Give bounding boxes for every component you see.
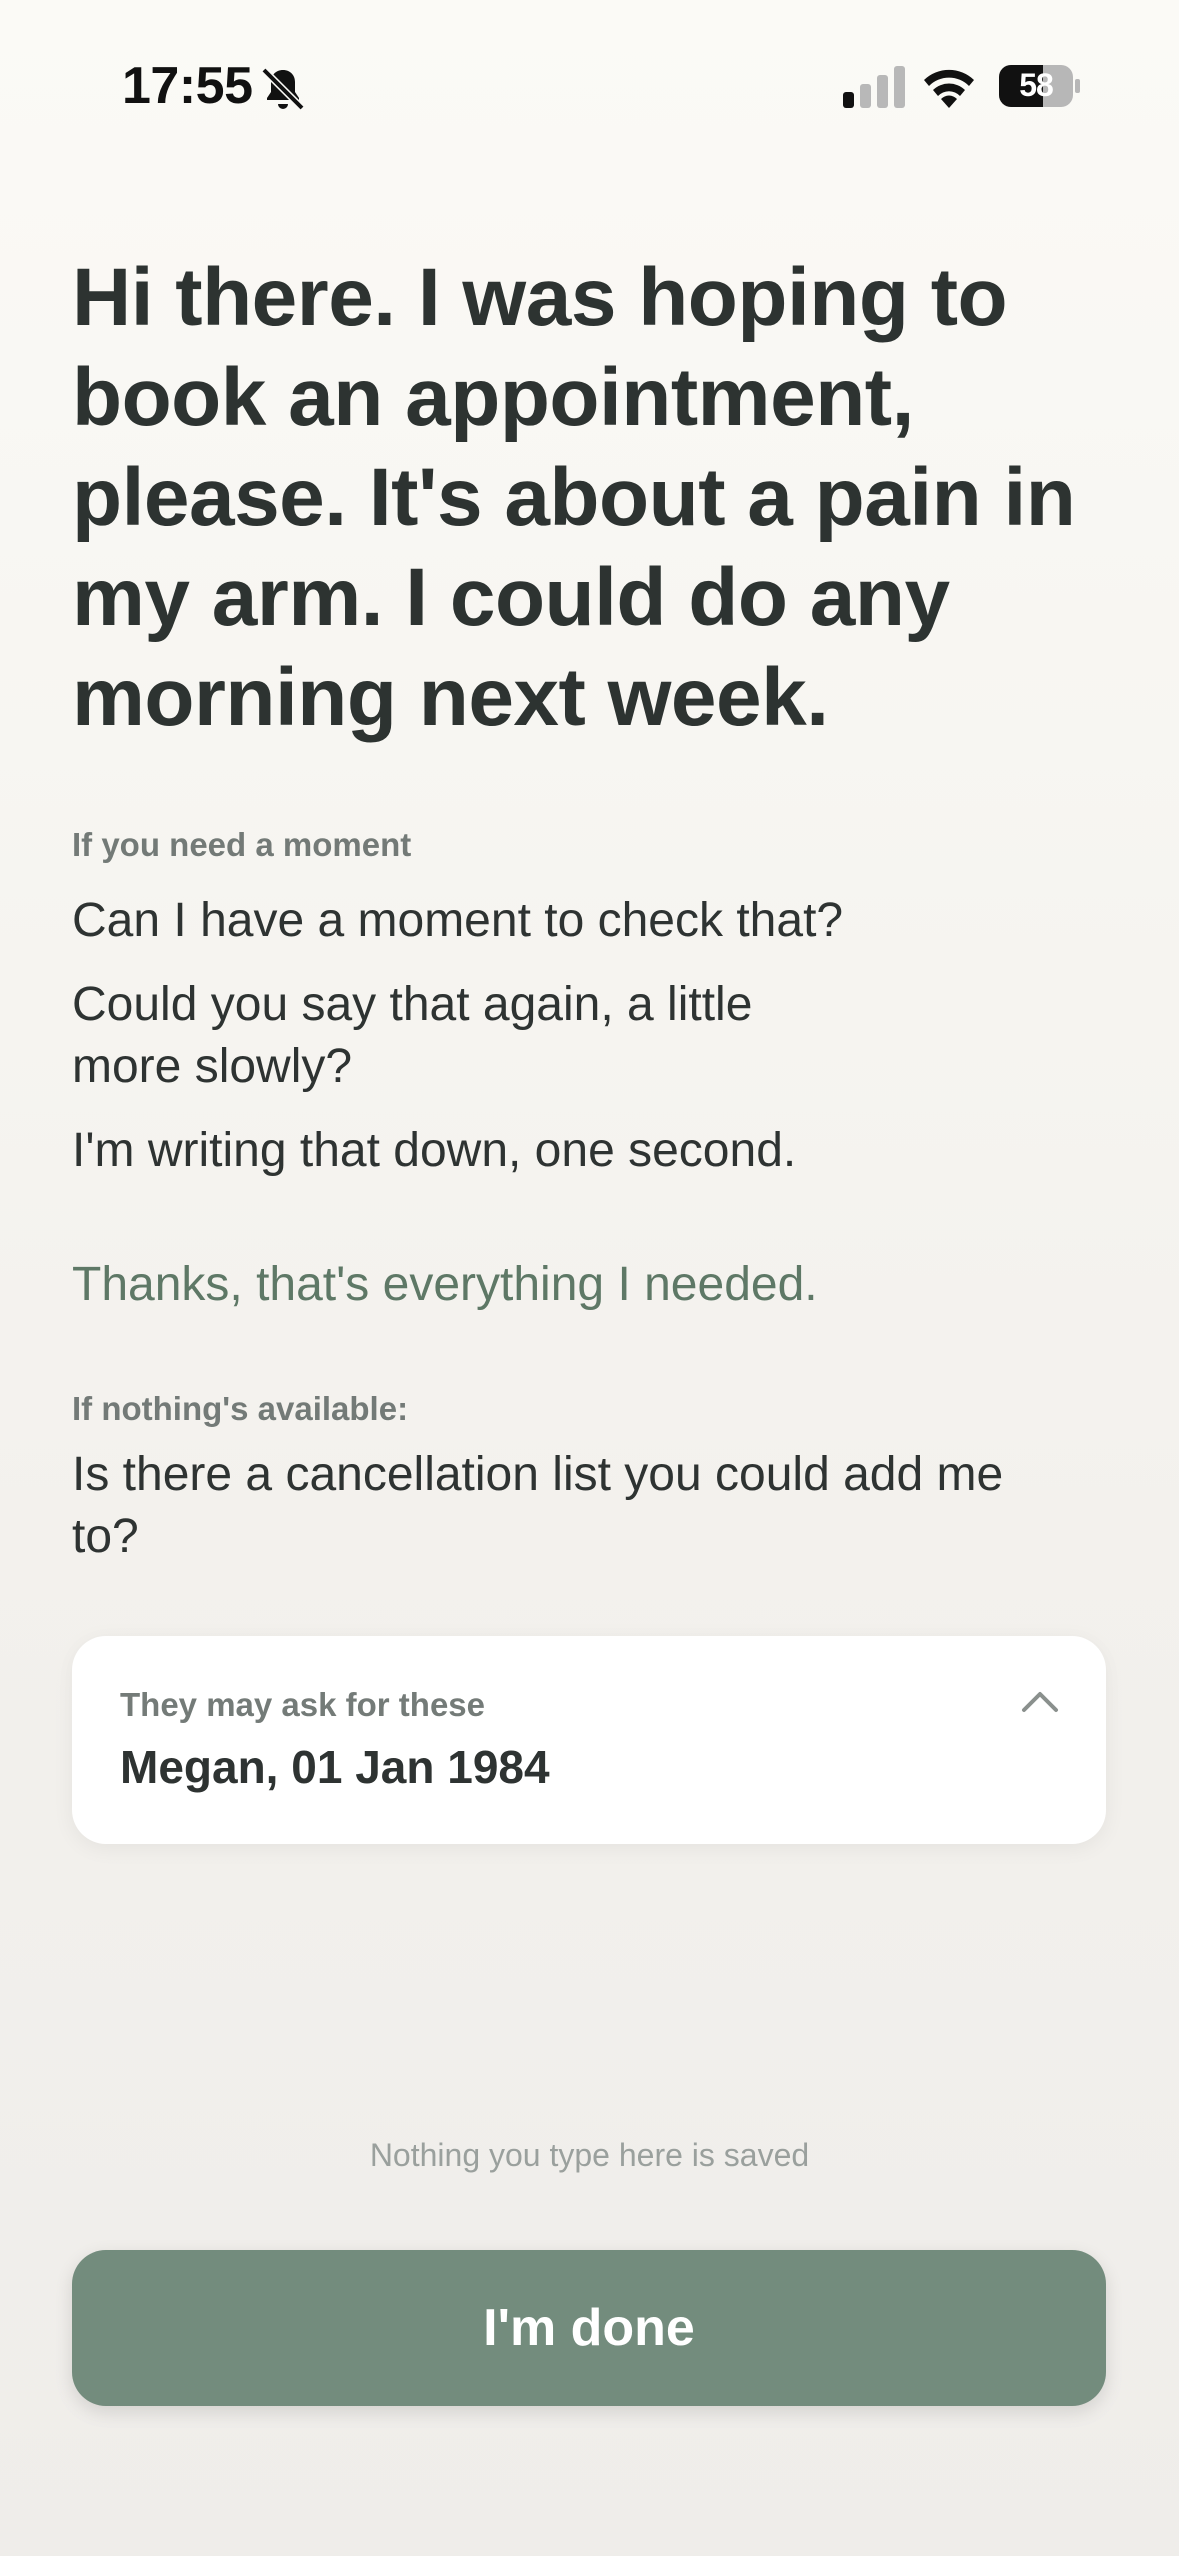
wifi-icon: [924, 69, 974, 108]
details-card-label: They may ask for these: [120, 1686, 485, 1723]
details-card-value: Megan, 01 Jan 1984: [120, 1741, 550, 1793]
unavailable-section-label: If nothing's available:: [72, 1390, 409, 1427]
script-headline: Hi there. I was hoping to book an appoin…: [72, 252, 1076, 743]
moment-section-label: If you need a moment: [72, 826, 412, 863]
bell-slash-icon: [261, 67, 305, 111]
status-bar: 17:55 58: [0, 0, 1179, 170]
battery-level: 58: [1019, 67, 1054, 103]
details-card[interactable]: They may ask for these Megan, 01 Jan 198…: [72, 1636, 1106, 1844]
chevron-up-icon[interactable]: [1018, 1686, 1062, 1716]
status-time: 17:55: [122, 57, 253, 115]
signal-icon: [843, 66, 905, 108]
unavailable-phrase: Is there a cancellation list you could a…: [72, 1448, 1004, 1563]
closing-phrase: Thanks, that's everything I needed.: [72, 1258, 818, 1311]
moment-phrase: Can I have a moment to check that?: [72, 894, 844, 947]
done-button[interactable]: I'm done: [72, 2250, 1106, 2406]
moment-phrase: Could you say that again, a little more …: [72, 978, 753, 1093]
privacy-note: Nothing you type here is saved: [369, 2137, 810, 2173]
moment-phrase: I'm writing that down, one second.: [72, 1124, 797, 1177]
